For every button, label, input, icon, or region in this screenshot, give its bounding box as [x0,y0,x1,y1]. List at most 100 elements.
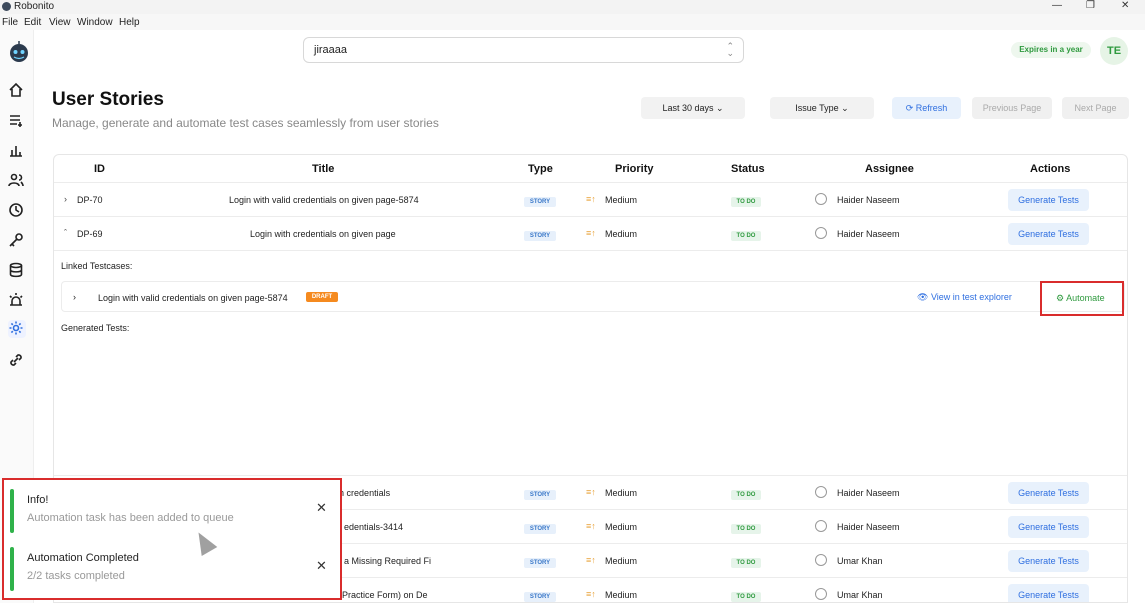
row-id: DP-69 [77,229,103,239]
chevron-right-icon[interactable]: › [73,292,76,302]
app-title: Robonito [14,1,55,12]
project-select[interactable]: jiraaaa ⌃ ⌄ [303,37,744,63]
chevron-up-icon[interactable]: ˆ [64,228,67,238]
col-priority: Priority [615,163,654,175]
generate-tests-button[interactable]: Generate Tests [1008,516,1089,538]
col-type: Type [528,163,553,175]
table-row[interactable]: › DP-70 Login with valid credentials on … [54,182,1127,216]
menu-bar: File Edit View Window Help [0,14,1145,30]
nav-list-icon[interactable] [8,112,26,130]
view-in-explorer-link[interactable]: 👁 View in test explorer [917,292,1012,303]
previous-page-button[interactable]: Previous Page [972,97,1052,119]
automate-label: Automate [1066,293,1105,303]
eye-icon: 👁 [917,292,929,302]
status-badge: TO DO [731,197,761,207]
page-title: User Stories [52,89,164,110]
refresh-button[interactable]: ⟳ Refresh [892,97,961,119]
generate-tests-button[interactable]: Generate Tests [1008,550,1089,572]
type-badge: STORY [524,592,556,602]
date-range-button[interactable]: Last 30 days ⌄ [641,97,745,119]
draft-badge: DRAFT [306,292,338,302]
issue-type-button[interactable]: Issue Type ⌄ [770,97,874,119]
nav-alarm-icon[interactable] [8,292,26,310]
status-badge: TO DO [731,592,761,602]
row-assignee: Haider Naseem [837,195,900,205]
nav-chart-icon[interactable] [8,142,26,160]
next-page-button[interactable]: Next Page [1062,97,1129,119]
expires-badge: Expires in a year [1011,42,1091,58]
status-badge: TO DO [731,524,761,534]
nav-key-icon[interactable] [8,232,26,250]
priority-icon: ≡↑ [586,589,596,599]
generate-tests-button[interactable]: Generate Tests [1008,584,1089,602]
title-bar: Robonito — ❐ ✕ [0,0,1145,14]
table-row[interactable]: ˆ DP-69 Login with credentials on given … [54,216,1127,250]
close-icon[interactable]: ✕ [316,558,327,574]
status-badge: TO DO [731,490,761,500]
menu-window[interactable]: Window [77,17,113,28]
view-in-explorer-label: View in test explorer [930,292,1012,302]
row-priority: Medium [605,590,638,600]
avatar[interactable]: TE [1100,37,1128,65]
nav-home-icon[interactable] [8,82,26,100]
row-title: Practice Form) on De [342,590,428,600]
row-title: Login with credentials on given page [250,229,396,239]
type-badge: STORY [524,231,556,241]
date-range-label: Last 30 days [662,103,714,113]
automate-highlight: ⚙ Automate [1040,281,1124,316]
menu-view[interactable]: View [49,17,71,28]
close-window-icon[interactable]: ✕ [1121,0,1129,11]
robot-logo-icon [10,41,28,62]
automate-button[interactable]: ⚙ Automate [1056,293,1105,304]
expanded-row-details: Linked Testcases: › Login with valid cre… [54,250,1127,475]
row-title: Login with valid credentials on given pa… [229,195,419,205]
priority-icon: ≡↑ [586,194,596,204]
type-badge: STORY [524,490,556,500]
linked-testcases-label: Linked Testcases: [61,261,133,271]
nav-integrations-icon[interactable] [8,352,26,370]
chevron-down-icon: ⌄ [841,103,849,113]
status-badge: TO DO [731,231,761,241]
row-priority: Medium [605,195,638,205]
refresh-label: Refresh [915,103,948,113]
maximize-icon[interactable]: ❐ [1086,0,1095,11]
toast-message: Automation task has been added to queue [27,512,234,524]
row-title: edentials-3414 [344,522,404,532]
type-badge: STORY [524,524,556,534]
toast-stack: Info! Automation task has been added to … [2,478,342,600]
generate-tests-button[interactable]: Generate Tests [1008,482,1089,504]
linked-testcase-card[interactable]: › Login with valid credentials on given … [61,281,1125,316]
toast-message: 2/2 tasks completed [27,570,125,582]
row-assignee: Haider Naseem [837,488,900,498]
priority-icon: ≡↑ [586,521,596,531]
chevron-down-icon: ⌄ [716,103,724,113]
info-toast: Info! Automation task has been added to … [10,486,335,536]
type-badge: STORY [524,197,556,207]
page-subtitle: Manage, generate and automate test cases… [52,116,439,130]
issue-type-label: Issue Type [795,103,839,113]
nav-database-icon[interactable] [8,262,26,280]
generated-tests-label: Generated Tests: [61,323,130,333]
generate-tests-button[interactable]: Generate Tests [1008,189,1089,211]
row-title: a Missing Required Fi [344,556,432,566]
col-id: ID [94,163,105,175]
app-icon [2,2,11,11]
menu-file[interactable]: File [2,17,18,28]
chevron-right-icon[interactable]: › [64,194,67,204]
testcase-title: Login with valid credentials on given pa… [98,293,288,303]
row-assignee: Umar Khan [837,556,883,566]
menu-help[interactable]: Help [119,17,140,28]
menu-edit[interactable]: Edit [24,17,41,28]
close-icon[interactable]: ✕ [316,500,327,516]
row-priority: Medium [605,229,638,239]
status-badge: TO DO [731,558,761,568]
nav-settings-icon[interactable] [8,320,26,338]
refresh-icon: ⟳ [905,103,914,113]
generate-tests-button[interactable]: Generate Tests [1008,223,1089,245]
select-chevron-icon: ⌃ ⌄ [726,41,734,58]
nav-history-icon[interactable] [8,202,26,220]
nav-users-icon[interactable] [8,172,26,190]
minimize-icon[interactable]: — [1052,0,1062,11]
row-assignee: Haider Naseem [837,229,900,239]
toast-accent-bar [10,489,14,533]
